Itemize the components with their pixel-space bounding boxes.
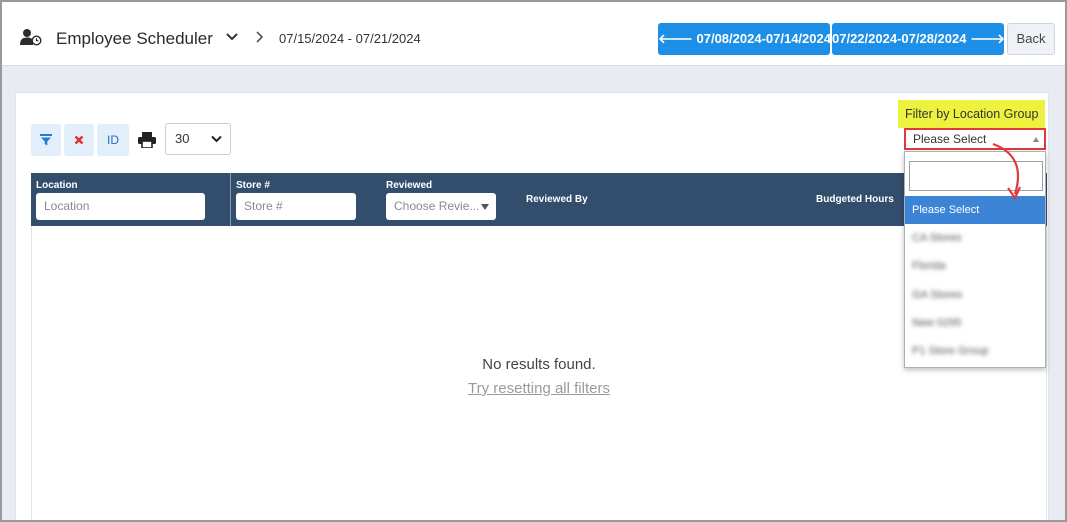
column-header-store: Store # xyxy=(236,180,270,191)
page-size-value: 30 xyxy=(175,131,190,146)
arrow-right-icon: 🡒 xyxy=(970,31,1005,46)
column-header-reviewed: Reviewed xyxy=(386,180,433,191)
chevron-right-icon xyxy=(256,31,264,43)
table-header: Location Location Store # Store # Review… xyxy=(31,173,1047,226)
app-window: Employee Scheduler 07/15/2024 - 07/21/20… xyxy=(0,0,1067,522)
user-clock-icon xyxy=(20,29,42,46)
chevron-down-icon xyxy=(211,135,222,143)
dropdown-option[interactable]: Please Select xyxy=(905,196,1045,224)
close-icon xyxy=(74,135,84,145)
location-group-filter-label: Filter by Location Group xyxy=(898,100,1046,128)
reviewed-filter-placeholder: Choose Revie... xyxy=(394,199,480,213)
table-body xyxy=(31,226,1047,520)
clear-filters-button[interactable] xyxy=(64,124,94,156)
column-header-budgeted-hours[interactable]: Budgeted Hours xyxy=(816,194,894,205)
dropdown-option[interactable]: New 0295 xyxy=(905,309,1045,337)
location-filter-input[interactable]: Location xyxy=(36,193,205,220)
previous-week-button[interactable]: 🡐 07/08/2024-07/14/2024 xyxy=(658,23,831,55)
page-title: Employee Scheduler xyxy=(56,29,213,48)
location-group-selected-value: Please Select xyxy=(913,132,987,146)
dropdown-option[interactable]: GA Stores xyxy=(905,281,1045,309)
store-filter-input[interactable]: Store # xyxy=(236,193,356,220)
arrow-left-icon: 🡐 xyxy=(658,31,693,46)
print-icon[interactable] xyxy=(138,132,156,148)
reviewed-filter-select[interactable]: Choose Revie... xyxy=(386,193,496,220)
caret-down-icon xyxy=(481,204,489,210)
dropdown-search-input[interactable] xyxy=(909,161,1043,191)
back-button[interactable]: Back xyxy=(1007,23,1055,55)
location-group-select[interactable]: Please Select xyxy=(904,128,1046,150)
column-header-reviewed-by[interactable]: Reviewed By xyxy=(526,194,588,205)
page-size-select[interactable]: 30 xyxy=(165,123,231,155)
caret-up-icon xyxy=(1033,137,1039,142)
reset-filters-link[interactable]: Try resetting all filters xyxy=(31,380,1047,397)
next-week-button[interactable]: 07/22/2024-07/28/2024 🡒 xyxy=(832,23,1005,55)
current-date-range: 07/15/2024 - 07/21/2024 xyxy=(279,31,421,46)
page-header: Employee Scheduler 07/15/2024 - 07/21/20… xyxy=(2,2,1065,66)
column-header-location: Location xyxy=(36,180,78,191)
filter-icon xyxy=(40,133,52,146)
empty-state-message: No results found. xyxy=(482,356,596,373)
previous-week-label: 07/08/2024-07/14/2024 xyxy=(696,31,831,46)
dropdown-option[interactable]: CA Stores xyxy=(905,224,1045,252)
filter-button[interactable] xyxy=(31,124,61,156)
column-divider xyxy=(230,173,231,226)
dropdown-option[interactable]: P1 Store Group xyxy=(905,337,1045,365)
dropdown-option[interactable]: Florida xyxy=(905,252,1045,280)
chevron-down-icon[interactable] xyxy=(224,30,240,44)
location-group-dropdown: Please Select CA Stores Florida GA Store… xyxy=(904,151,1046,368)
next-week-label: 07/22/2024-07/28/2024 xyxy=(832,31,967,46)
id-toggle-button[interactable]: ID xyxy=(97,124,129,156)
